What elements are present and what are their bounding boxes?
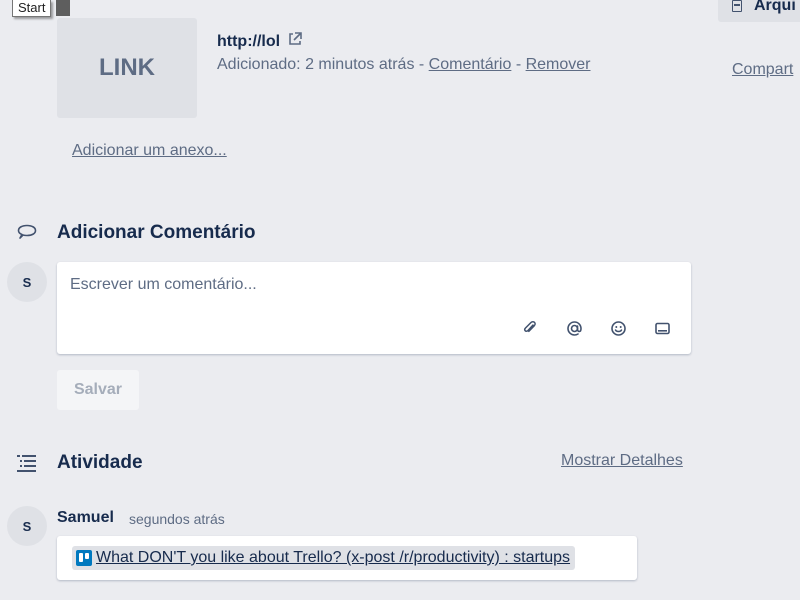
avatar[interactable]: S [7, 262, 47, 302]
trello-card-link[interactable]: What DON'T you like about Trello? (x-pos… [72, 546, 576, 570]
external-link-icon[interactable] [287, 31, 303, 52]
comment-input[interactable]: Escrever um comentário... [57, 262, 691, 354]
tooltip: Start [12, 0, 52, 17]
attachment-remove-link[interactable]: Remover [526, 56, 591, 73]
add-attachment-link[interactable]: Adicionar um anexo... [72, 142, 227, 160]
attachment-thumbnail[interactable]: LINK [57, 18, 197, 118]
comment-icon [16, 222, 38, 249]
show-details-link[interactable]: Mostrar Detalhes [561, 452, 683, 470]
paperclip-icon[interactable] [521, 319, 539, 337]
attachment-title[interactable]: http://lol [217, 31, 303, 52]
at-mention-icon[interactable] [565, 319, 583, 337]
archive-icon [732, 0, 742, 12]
attachment-comment-link[interactable]: Comentário [429, 56, 512, 73]
activity-timestamp[interactable]: segundos atrás [129, 511, 225, 527]
trello-card-link-text[interactable]: What DON'T you like about Trello? (x-pos… [96, 549, 570, 567]
card-icon[interactable] [653, 319, 671, 337]
add-comment-heading: Adicionar Comentário [57, 222, 256, 243]
archive-button-label: Arqui [754, 0, 796, 14]
attachment-meta: Adicionado: 2 minutos atrás - Comentário… [217, 56, 591, 74]
meta-separator: - [511, 56, 526, 73]
activity-icon [16, 452, 38, 479]
activity-avatar-initial: S [22, 518, 32, 534]
attachment-thumbnail-label: LINK [99, 54, 155, 81]
save-button[interactable]: Salvar [57, 370, 139, 410]
attachment-title-text[interactable]: http://lol [217, 33, 280, 51]
activity-heading: Atividade [57, 452, 143, 473]
avatar-initial: S [22, 274, 32, 290]
tooltip-shadow [56, 0, 70, 16]
share-link[interactable]: Compart [732, 61, 793, 79]
activity-avatar[interactable]: S [7, 506, 47, 546]
comment-placeholder: Escrever um comentário... [70, 276, 257, 293]
trello-logo-icon [76, 550, 92, 566]
activity-user-name[interactable]: Samuel [57, 509, 114, 527]
emoji-icon[interactable] [609, 319, 627, 337]
activity-comment-card: What DON'T you like about Trello? (x-pos… [57, 536, 637, 580]
attachment-added-text: Adicionado: 2 minutos atrás - [217, 56, 429, 73]
archive-button[interactable]: Arqui [718, 0, 800, 22]
